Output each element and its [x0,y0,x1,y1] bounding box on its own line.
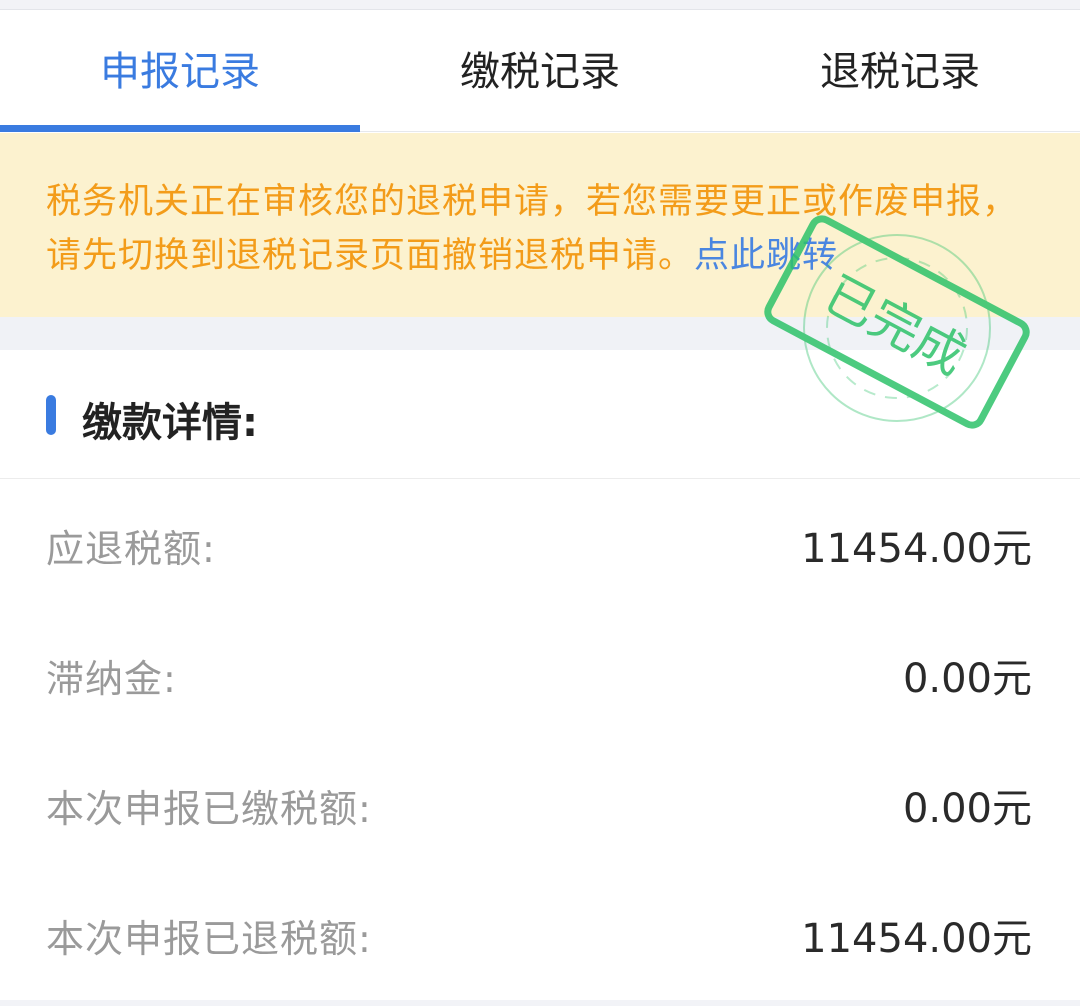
row-label: 滞纳金: [46,656,177,701]
section-accent-bar [46,395,56,435]
row-value: 0.00元 [902,786,1032,832]
page: 申报记录 缴税记录 退税记录 税务机关正在审核您的退税申请，若您需要更正或作废申… [0,0,1080,1006]
row-label: 应退税额: [46,526,216,571]
section-title: 缴款详情: [82,400,258,446]
tab-payment-records[interactable]: 缴税记录 [360,11,720,131]
bottom-divider [0,1000,1080,1006]
notice-text: 税务机关正在审核您的退税申请，若您需要更正或作废申报，请先切换到退税记录页面撤销… [46,182,1019,276]
detail-row-late-fee: 滞纳金: 0.00元 [0,610,1080,740]
tab-bar: 申报记录 缴税记录 退税记录 [0,11,1080,132]
top-divider [0,0,1080,10]
section-gap [0,317,1080,350]
row-value: 0.00元 [902,656,1032,702]
row-value: 11454.00元 [801,916,1032,962]
tab-declaration-records[interactable]: 申报记录 [0,11,360,131]
payment-detail-list: 应退税额: 11454.00元 滞纳金: 0.00元 本次申报已缴税额: 0.0… [0,480,1080,1000]
section-header: 缴款详情: [0,350,1080,479]
row-label: 本次申报已缴税额: [46,786,372,831]
tab-label: 申报记录 [100,49,260,95]
active-tab-indicator [0,125,360,132]
detail-row-tax-refunded: 本次申报已退税额: 11454.00元 [0,870,1080,1000]
notice-banner: 税务机关正在审核您的退税申请，若您需要更正或作废申报，请先切换到退税记录页面撤销… [0,133,1080,317]
tab-label: 缴税记录 [460,49,620,95]
row-label: 本次申报已退税额: [46,916,372,961]
detail-row-tax-paid: 本次申报已缴税额: 0.00元 [0,740,1080,870]
detail-row-refund-due: 应退税额: 11454.00元 [0,480,1080,610]
tab-refund-records[interactable]: 退税记录 [720,11,1080,131]
row-value: 11454.00元 [801,526,1032,572]
jump-link[interactable]: 点此跳转 [694,236,838,276]
tab-label: 退税记录 [820,49,980,95]
